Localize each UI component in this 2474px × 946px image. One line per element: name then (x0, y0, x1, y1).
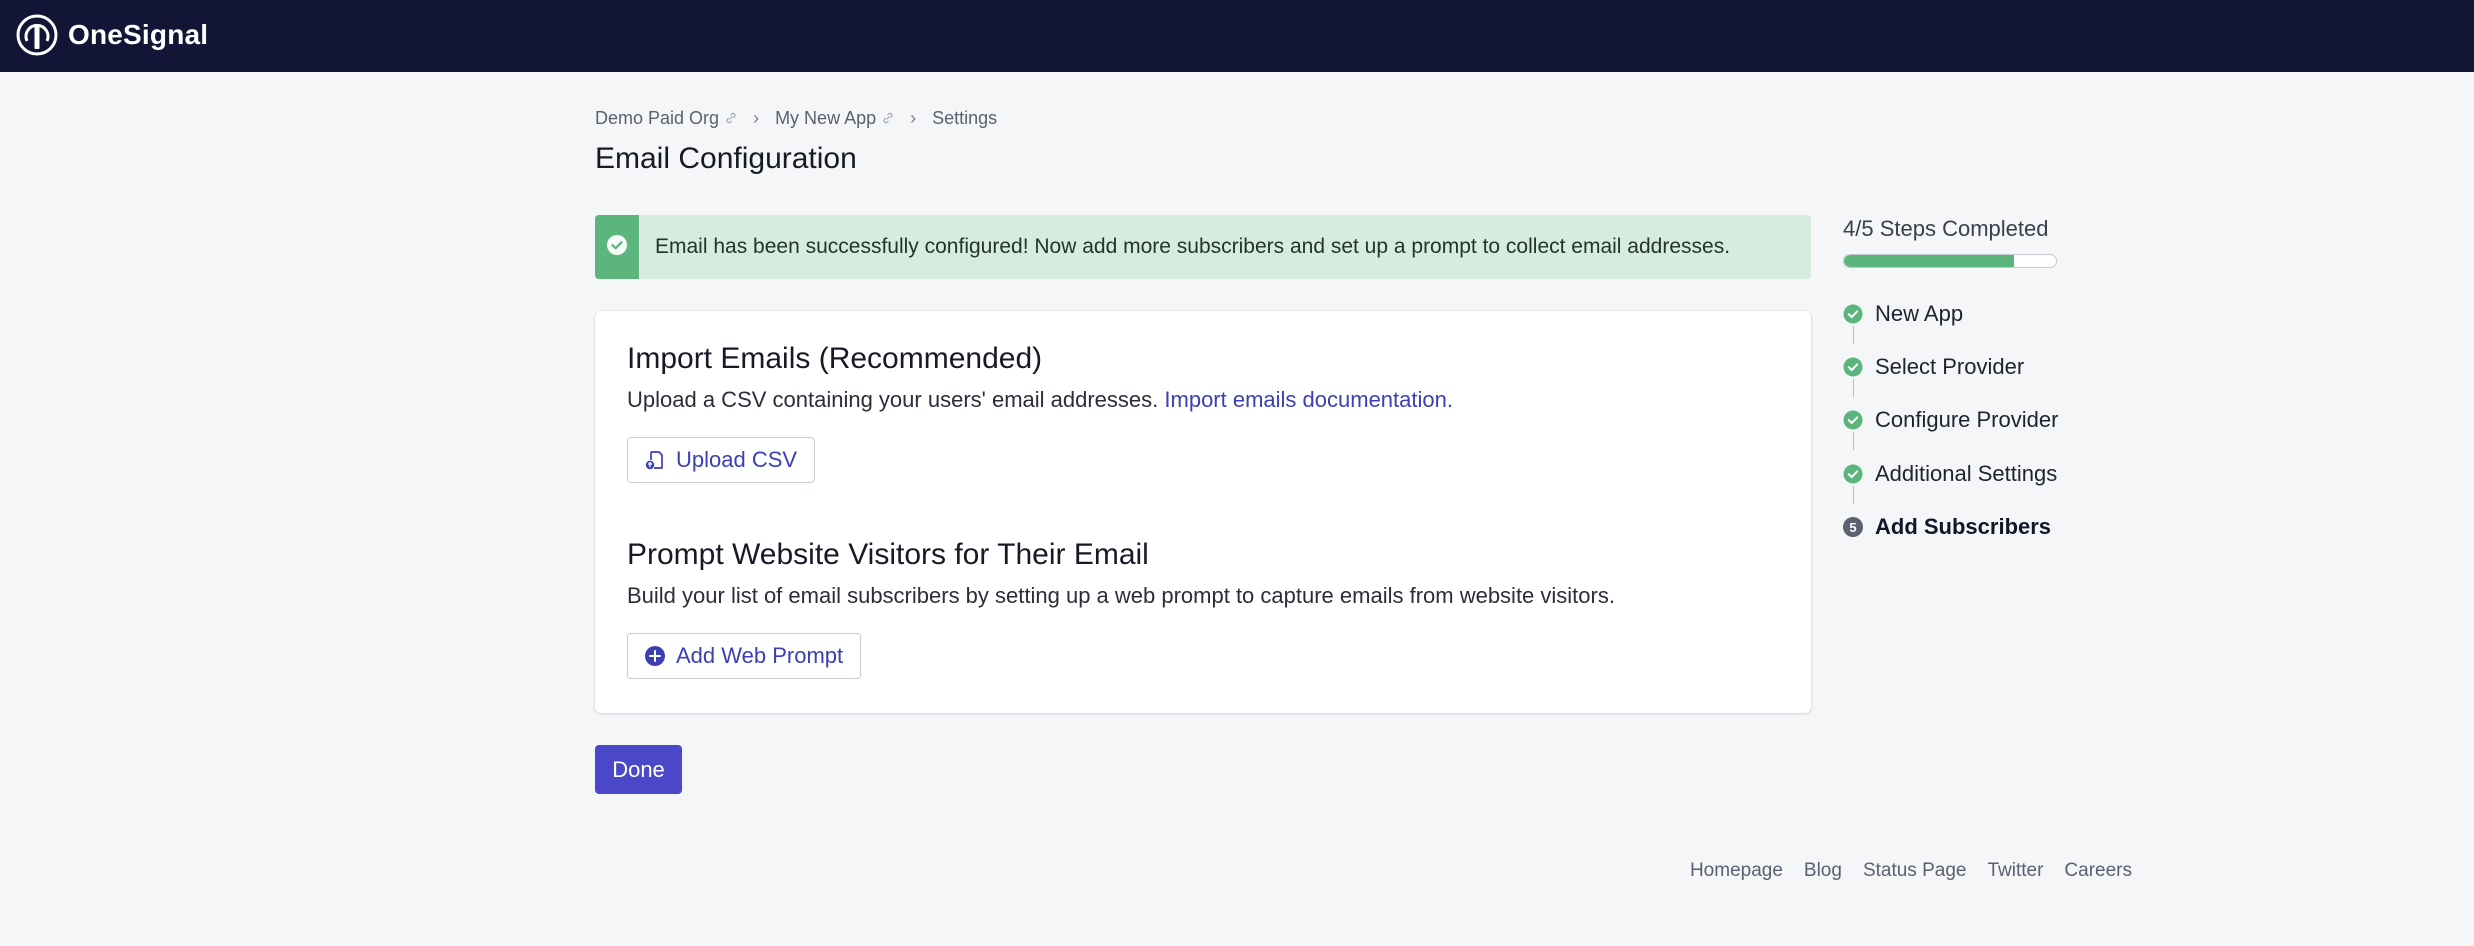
steps-progress-fill (1844, 255, 2014, 267)
step-configure-provider: Configure Provider (1843, 407, 2058, 433)
step-label: Additional Settings (1875, 461, 2058, 486)
footer-link-homepage[interactable]: Homepage (1690, 860, 1783, 882)
plus-circle-icon (644, 645, 666, 667)
step-connector (1853, 326, 1854, 344)
alert-message: Email has been successfully configured! … (655, 235, 1731, 258)
page-title: Email Configuration (595, 142, 857, 175)
file-upload-icon (644, 449, 666, 471)
step-number: 5 (1843, 517, 1863, 537)
import-emails-description-text: Upload a CSV containing your users' emai… (627, 387, 1159, 412)
breadcrumb-separator: › (753, 107, 760, 128)
success-alert: Email has been successfully configured! … (595, 215, 1811, 279)
check-circle-icon (1843, 410, 1863, 430)
brand-name: OneSignal (68, 19, 209, 50)
step-label: New App (1875, 301, 1964, 326)
step-select-provider: Select Provider (1843, 354, 2024, 380)
breadcrumb-app-label[interactable]: My New App (775, 108, 876, 129)
add-web-prompt-button[interactable]: Add Web Prompt (627, 633, 862, 679)
step-new-app: New App (1843, 301, 1963, 327)
footer-link-blog[interactable]: Blog (1804, 860, 1842, 882)
import-emails-description: Upload a CSV containing your users' emai… (627, 387, 1453, 413)
import-emails-documentation-link[interactable]: Import emails documentation. (1164, 387, 1453, 412)
subscribers-card: Import Emails (Recommended) Upload a CSV… (595, 311, 1811, 713)
import-emails-title: Import Emails (Recommended) (627, 342, 1043, 375)
done-button[interactable]: Done (595, 745, 682, 794)
prompt-visitors-title: Prompt Website Visitors for Their Email (627, 538, 1149, 571)
breadcrumb-item-app[interactable]: My New App (775, 108, 894, 129)
breadcrumb-org-label[interactable]: Demo Paid Org (595, 108, 719, 129)
link-icon (882, 108, 894, 129)
footer-link-careers[interactable]: Careers (2064, 860, 2132, 882)
breadcrumb-settings-label: Settings (932, 107, 998, 128)
upload-csv-label: Upload CSV (676, 447, 798, 472)
breadcrumb-item-org[interactable]: Demo Paid Org (595, 108, 737, 129)
steps-progress-heading: 4/5 Steps Completed (1843, 216, 2049, 241)
step-additional-settings: Additional Settings (1843, 461, 2057, 487)
prompt-visitors-description: Build your list of email subscribers by … (627, 583, 1615, 608)
step-label: Select Provider (1875, 354, 2025, 379)
step-connector (1853, 486, 1854, 504)
check-circle-icon (1843, 357, 1863, 377)
breadcrumb: Demo Paid Org › My New App › Settings (595, 106, 997, 130)
top-navigation-bar: OneSignal (0, 0, 2474, 72)
step-connector (1853, 379, 1854, 397)
footer-links: Homepage Blog Status Page Twitter Career… (1690, 860, 2132, 882)
onesignal-logo-icon (16, 14, 58, 56)
check-circle-icon (606, 234, 628, 261)
link-icon (725, 108, 737, 129)
step-number-badge: 5 (1843, 517, 1863, 537)
breadcrumb-item-settings: Settings (932, 108, 997, 129)
steps-progress-bar (1843, 254, 2057, 268)
add-web-prompt-label: Add Web Prompt (676, 643, 844, 668)
upload-csv-button[interactable]: Upload CSV (627, 437, 816, 483)
breadcrumb-separator: › (910, 107, 917, 128)
check-circle-icon (1843, 464, 1863, 484)
check-circle-icon (1843, 304, 1863, 324)
footer-link-status-page[interactable]: Status Page (1863, 860, 1967, 882)
onesignal-logo[interactable]: OneSignal (16, 14, 208, 56)
alert-icon-strip (595, 215, 639, 279)
step-label: Add Subscribers (1875, 514, 2052, 539)
step-label: Configure Provider (1875, 407, 2059, 432)
footer-link-twitter[interactable]: Twitter (1987, 860, 2043, 882)
step-connector (1853, 432, 1854, 450)
step-add-subscribers: 5 Add Subscribers (1843, 514, 2051, 540)
setup-steps-panel: 4/5 Steps Completed New App Select Provi… (1843, 215, 2073, 539)
